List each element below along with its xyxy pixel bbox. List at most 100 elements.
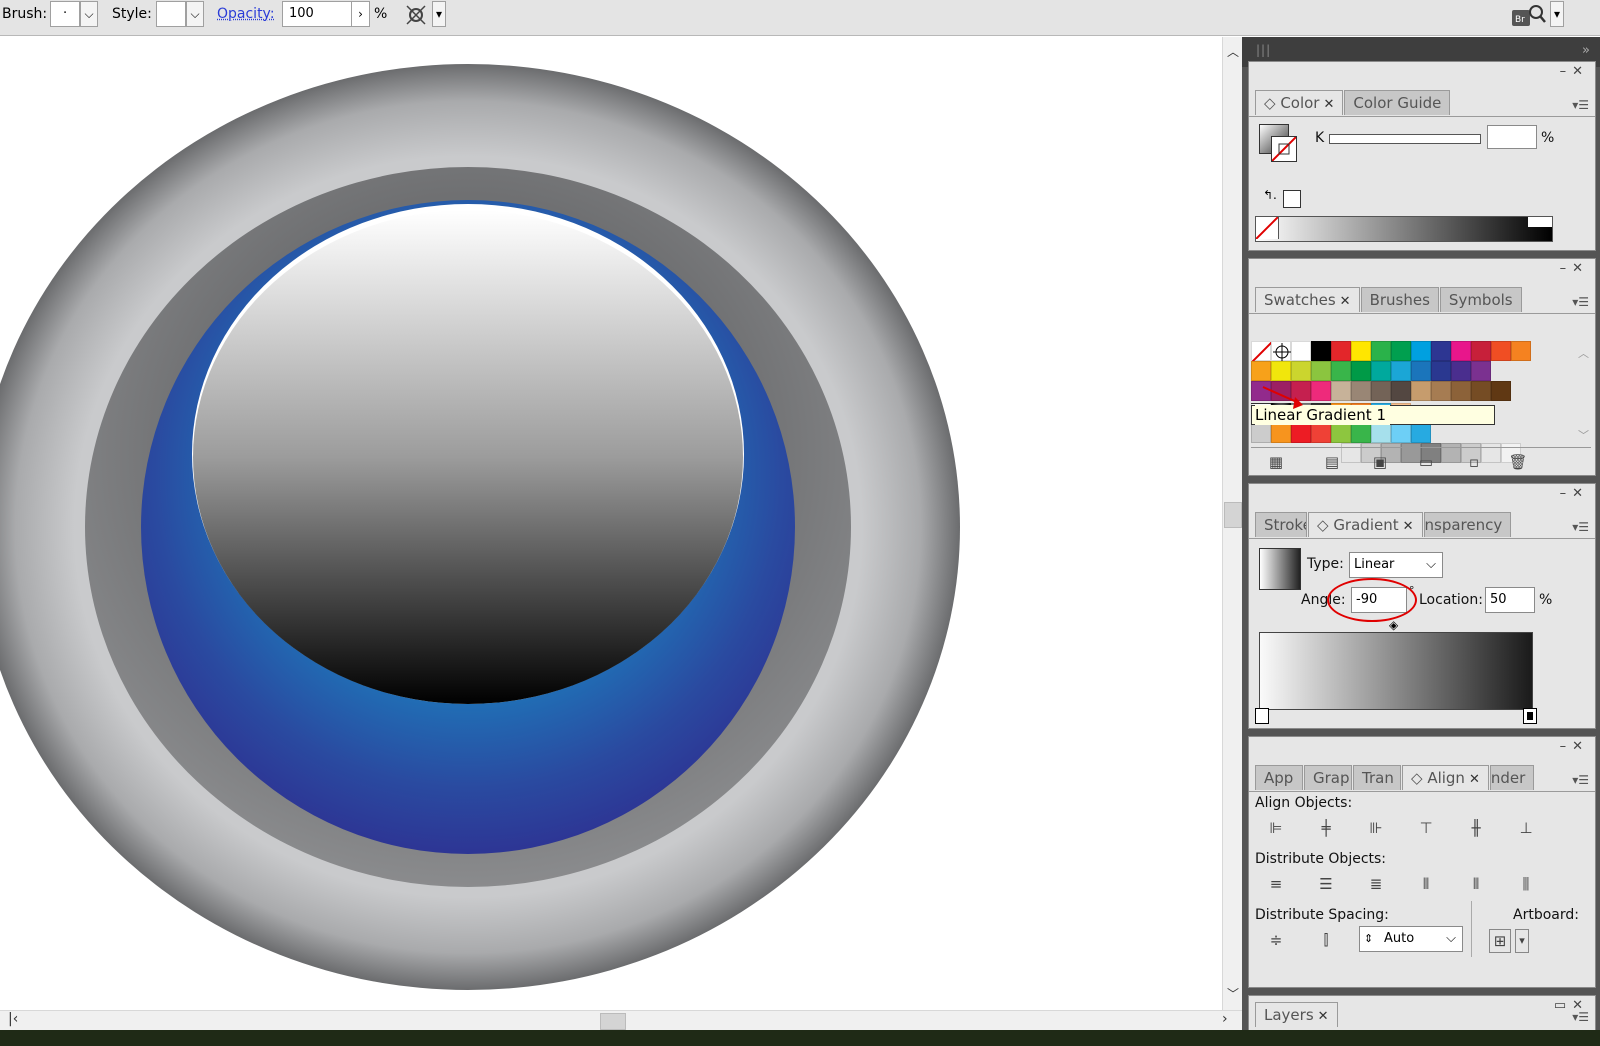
gradient-stop-black[interactable]	[1523, 708, 1537, 724]
type-select[interactable]: Linear ⌵	[1349, 552, 1443, 578]
tab-brushes[interactable]: Brushes	[1360, 287, 1439, 312]
out-of-gamut-icon[interactable]: ↰.	[1263, 188, 1277, 202]
scroll-right-icon[interactable]: ›	[1222, 1011, 1228, 1027]
tab-transform[interactable]: Tran	[1353, 765, 1401, 790]
color-swatch[interactable]	[1351, 361, 1371, 381]
distribute-bottom-icon[interactable]: ≣	[1363, 873, 1389, 895]
color-swatch[interactable]	[1331, 341, 1351, 361]
distribute-left-icon[interactable]: ⫴	[1413, 873, 1439, 895]
vertical-scrollbar[interactable]: ︿ ﹀	[1222, 37, 1242, 1010]
align-vertical-center-icon[interactable]: ╫	[1463, 817, 1489, 839]
panel-controls-icon[interactable]: –✕	[1560, 486, 1589, 501]
brush-dropdown[interactable]: ·	[50, 1, 80, 27]
color-swatch[interactable]	[1311, 341, 1331, 361]
panel-menu-icon[interactable]: ▾☰	[1572, 773, 1589, 787]
scroll-down-icon[interactable]: ﹀	[1227, 985, 1239, 1002]
align-top-icon[interactable]: ⊤	[1413, 817, 1439, 839]
tab-stroke[interactable]: Stroke	[1255, 512, 1307, 537]
color-swatch[interactable]	[1271, 423, 1291, 443]
align-to-artboard-icon[interactable]: ⊞	[1489, 929, 1511, 953]
color-swatch[interactable]	[1431, 381, 1451, 401]
style-dropdown[interactable]	[156, 1, 186, 27]
color-swatch[interactable]	[1311, 423, 1331, 443]
color-swatch[interactable]	[1251, 361, 1271, 381]
horizontal-scrollbar[interactable]: |‹ ›	[0, 1010, 1242, 1030]
tab-transparency[interactable]: nsparency	[1423, 512, 1512, 537]
panel-controls-icon[interactable]: –✕	[1560, 64, 1589, 79]
color-spectrum-bar[interactable]	[1255, 216, 1553, 242]
color-swatch[interactable]	[1411, 361, 1431, 381]
tab-layers[interactable]: Layers ✕	[1255, 1002, 1338, 1027]
tab-color[interactable]: ◇ Color ✕	[1255, 90, 1344, 115]
panel-menu-icon[interactable]: ▾☰	[1572, 98, 1589, 112]
color-swatch[interactable]	[1431, 361, 1451, 381]
color-swatch[interactable]	[1371, 423, 1391, 443]
color-swatch[interactable]	[1431, 341, 1451, 361]
color-swatch[interactable]	[1391, 341, 1411, 361]
collapse-dock-icon[interactable]: »	[1582, 43, 1590, 58]
show-swatch-kinds-icon[interactable]: ▤	[1319, 451, 1345, 473]
tab-align[interactable]: ◇ Align ✕	[1402, 765, 1489, 790]
panel-menu-icon[interactable]: ▾☰	[1572, 520, 1589, 534]
tab-pathfinder[interactable]: nder	[1489, 765, 1535, 790]
close-icon[interactable]: ✕	[1469, 772, 1480, 787]
color-swatch[interactable]	[1271, 361, 1291, 381]
color-swatch[interactable]	[1471, 381, 1491, 401]
swatch-options-icon[interactable]: ▣	[1367, 451, 1393, 473]
align-to-menu-arrow[interactable]: ▾	[1515, 929, 1529, 953]
opacity-arrow[interactable]: ›	[352, 1, 370, 27]
align-left-icon[interactable]: ⊫	[1263, 817, 1289, 839]
color-swatch[interactable]	[1491, 381, 1511, 401]
spacing-select[interactable]: ⇕ Auto ⌵	[1359, 926, 1463, 952]
distribute-right-icon[interactable]: ⫼	[1513, 873, 1539, 895]
k-slider[interactable]	[1329, 134, 1481, 144]
tab-color-guide[interactable]: Color Guide	[1344, 90, 1451, 115]
color-swatch[interactable]	[1311, 361, 1331, 381]
artboard-canvas[interactable]	[0, 37, 1222, 1010]
gradient-preview-swatch[interactable]	[1259, 548, 1301, 590]
color-swatch[interactable]	[1351, 423, 1371, 443]
distribute-horizontal-center-icon[interactable]: ⦀	[1463, 873, 1489, 895]
color-swatch[interactable]	[1411, 341, 1431, 361]
white-swatch[interactable]	[1528, 217, 1552, 227]
registration-swatch[interactable]	[1271, 341, 1291, 361]
opacity-label[interactable]: Opacity:	[217, 6, 275, 22]
color-swatch[interactable]	[1371, 381, 1391, 401]
new-color-group-icon[interactable]: ▭	[1413, 451, 1439, 473]
gradient-stop-white[interactable]	[1255, 708, 1269, 724]
align-horizontal-center-icon[interactable]: ╪	[1313, 817, 1339, 839]
scroll-left-icon[interactable]: |‹	[8, 1011, 18, 1027]
color-swatch[interactable]	[1351, 341, 1371, 361]
color-swatch[interactable]	[1391, 381, 1411, 401]
bridge-search-icon[interactable]: Br	[1510, 2, 1546, 30]
stepper-icon[interactable]: ⇕	[1364, 927, 1373, 951]
color-swatch[interactable]	[1411, 423, 1431, 443]
delete-swatch-icon[interactable]: 🗑	[1505, 451, 1531, 473]
style-dropdown-arrow[interactable]: ⌵	[186, 1, 204, 27]
inner-glass-shape[interactable]	[193, 210, 743, 704]
color-swatch[interactable]	[1451, 341, 1471, 361]
tab-graphic-styles[interactable]: Grap	[1304, 765, 1352, 790]
color-swatch[interactable]	[1471, 341, 1491, 361]
bridge-menu-arrow[interactable]: ▾	[1550, 1, 1564, 27]
vertical-distribute-space-icon[interactable]: ≑	[1263, 929, 1289, 951]
recolor-menu-arrow[interactable]: ▾	[432, 1, 446, 27]
none-swatch-icon[interactable]	[1255, 216, 1279, 240]
opacity-input[interactable]: 100	[282, 1, 352, 27]
close-icon[interactable]: ✕	[1318, 1009, 1329, 1024]
close-icon[interactable]: ✕	[1323, 97, 1334, 112]
location-input[interactable]: 50	[1485, 587, 1535, 613]
brush-dropdown-arrow[interactable]: ⌵	[80, 1, 98, 27]
color-swatch[interactable]	[1331, 361, 1351, 381]
tab-appearance[interactable]: App	[1255, 765, 1303, 790]
swatch-libraries-icon[interactable]: ▦	[1263, 451, 1289, 473]
web-safe-swatch[interactable]	[1283, 190, 1301, 208]
distribute-vertical-center-icon[interactable]: ☰	[1313, 873, 1339, 895]
color-swatch[interactable]	[1391, 423, 1411, 443]
new-swatch-icon[interactable]: ▫	[1461, 451, 1487, 473]
align-bottom-icon[interactable]: ⊥	[1513, 817, 1539, 839]
horizontal-scroll-thumb[interactable]	[600, 1013, 626, 1030]
color-swatch[interactable]	[1451, 361, 1471, 381]
color-swatch[interactable]	[1331, 381, 1351, 401]
distribute-top-icon[interactable]: ≡	[1263, 873, 1289, 895]
